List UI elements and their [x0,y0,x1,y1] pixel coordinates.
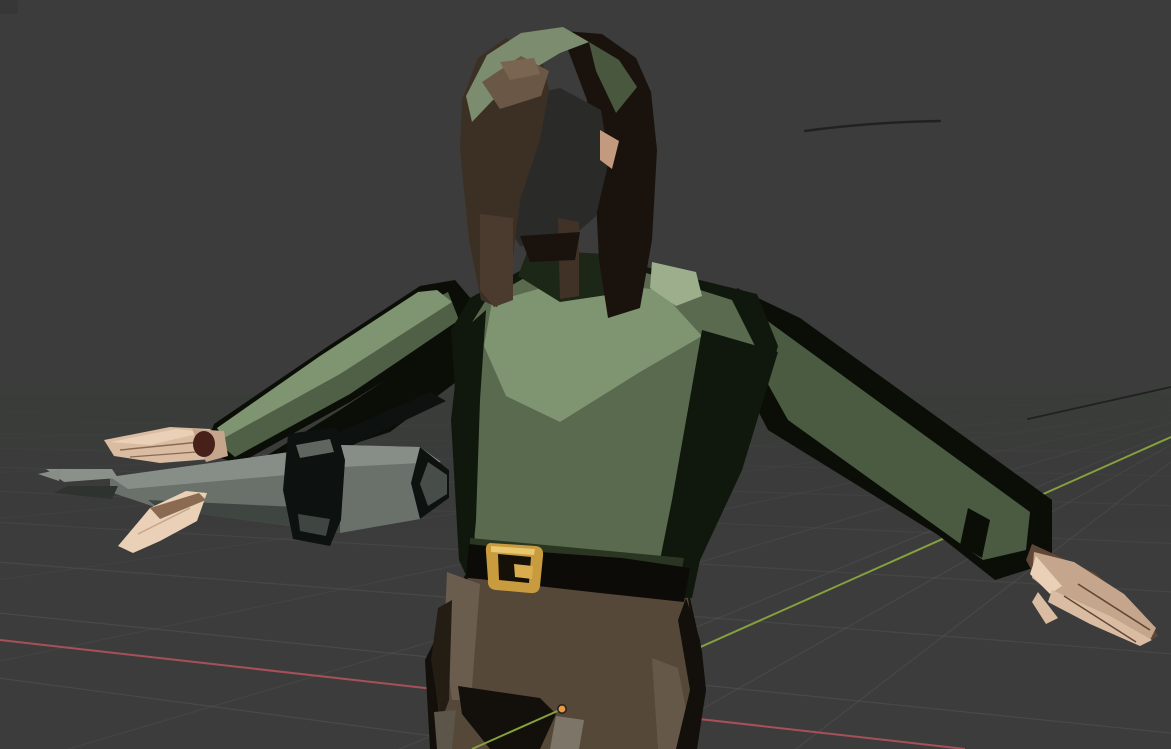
left-hand-grip-hollow [193,431,215,457]
blender-3d-viewport[interactable] [0,0,1171,749]
viewport-corner-artifact [0,0,18,14]
origin-point[interactable] [558,705,566,713]
belt-buckle-tongue [514,564,533,579]
under-chin-shadow [520,232,580,262]
hair-strand-left [480,214,513,307]
